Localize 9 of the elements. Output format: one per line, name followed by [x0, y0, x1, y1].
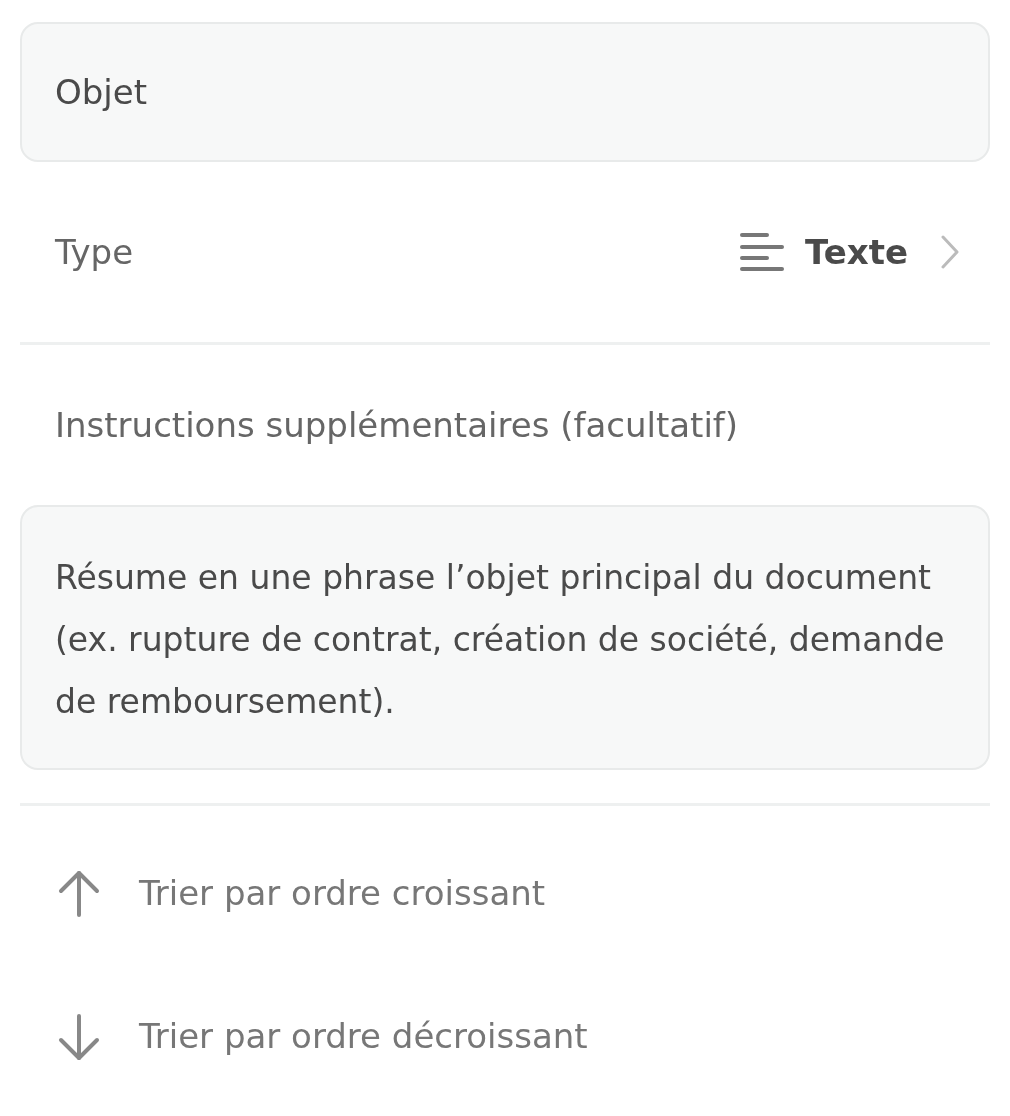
instructions-label: Instructions supplémentaires (facultatif) — [55, 403, 739, 447]
type-selector[interactable]: Texte — [739, 226, 960, 278]
sort-menu-item[interactable]: Trier par ordre croissant — [20, 822, 990, 965]
type-label: Type — [55, 230, 134, 274]
sort-menu-item[interactable]: Trier par ordre décroissant — [20, 965, 990, 1108]
name-input-field[interactable]: Objet — [20, 22, 990, 162]
instructions-text-area[interactable]: Résume en une phrase l’objet principal du document (ex. rupture de contrat, création de société, demande de remboursement). — [20, 505, 990, 770]
text-lines-icon — [739, 231, 785, 273]
chevron-right-icon — [940, 234, 960, 270]
